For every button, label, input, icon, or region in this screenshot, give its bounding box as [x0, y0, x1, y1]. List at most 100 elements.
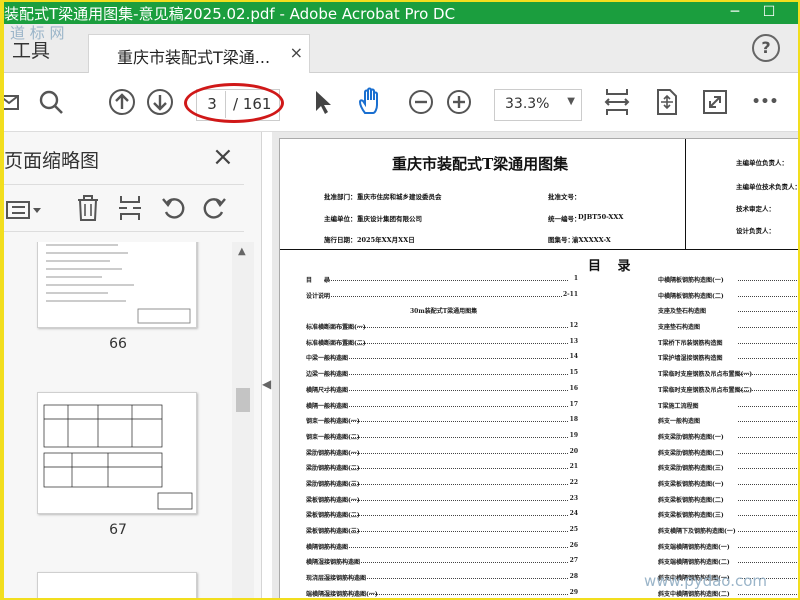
- next-page-icon[interactable]: [145, 87, 175, 117]
- toc-entry-name: 斜支中横隔钢筋构造图(二): [658, 590, 730, 598]
- signer-label: 技术审定人：: [736, 205, 775, 213]
- toc-entry[interactable]: 标准横断面布置图(二) 13: [306, 334, 578, 350]
- toc-dot-leader: [738, 546, 798, 548]
- toc-dot-leader: [738, 311, 798, 313]
- toc-entry[interactable]: 横隔一般构造图 17: [306, 397, 578, 413]
- toc-entry[interactable]: 斜支一般构造图: [658, 412, 798, 428]
- toc-entry[interactable]: 梁板钢筋构造图(三) 25: [306, 522, 578, 538]
- meta-value: 重庆市住房和城乡建设委员会: [357, 193, 442, 201]
- toc-entry[interactable]: 中横隔板钢筋构造图(一): [658, 271, 798, 287]
- toc-entry[interactable]: T梁施工流程图: [658, 397, 798, 413]
- toc-entry-name: 中横隔板钢筋构造图(一): [658, 277, 724, 284]
- toc-entry[interactable]: 梁板钢筋构造图(一) 23: [306, 491, 578, 507]
- toc-entry[interactable]: 斜支端横隔钢筋构造图(二): [658, 553, 798, 569]
- toc-title: 目 录: [588, 259, 637, 274]
- toc-dot-leader: [738, 593, 798, 595]
- toc-entry-page: 18: [568, 416, 578, 424]
- meta-label: 统一编号：: [548, 215, 581, 223]
- full-screen-icon[interactable]: [700, 87, 730, 117]
- more-tools-icon[interactable]: •••: [750, 87, 780, 117]
- toc-entry[interactable]: 中横隔板钢筋构造图(二): [658, 287, 798, 303]
- delete-page-icon[interactable]: [74, 193, 102, 223]
- toc-dot-leader: [324, 499, 568, 501]
- watermark: www.pydao.com: [644, 572, 768, 590]
- toc-entry[interactable]: T梁护墙湿接钢筋构造图: [658, 349, 798, 365]
- zoom-out-icon[interactable]: [406, 87, 436, 117]
- toc-entry[interactable]: 横隔钢筋构造图 26: [306, 538, 578, 554]
- hand-tool-icon[interactable]: [354, 87, 388, 117]
- toc-entry[interactable]: 斜支梁板钢筋构造图(三): [658, 506, 798, 522]
- toc-dot-leader: [324, 342, 568, 344]
- toc-dot-leader: [324, 578, 568, 580]
- toc-dot-leader: [324, 374, 568, 376]
- fit-width-icon[interactable]: [602, 87, 632, 117]
- toc-entry-name: T梁护墙湿接钢筋构造图: [658, 355, 723, 363]
- rotate-right-icon[interactable]: [200, 193, 228, 223]
- toc-entry[interactable]: 斜支梁肋钢筋构造图(一): [658, 428, 798, 444]
- toc-entry[interactable]: 钢束一般构造图(一) 18: [306, 412, 578, 428]
- toc-entry-page: 17: [568, 400, 578, 408]
- thumbnail-options-icon[interactable]: [6, 195, 42, 225]
- toc-entry[interactable]: T梁临时支座钢筋及吊点布置图(二): [658, 381, 798, 397]
- toc-dot-leader: [324, 436, 568, 438]
- scroll-up-icon[interactable]: ▲: [238, 246, 246, 257]
- page-thumbnail-label: 67: [109, 522, 127, 538]
- toc-entry[interactable]: 支座及垫石构造图: [658, 302, 798, 318]
- meta-value: DJBT50-XXX: [578, 213, 624, 221]
- toc-entry[interactable]: 斜支端横隔钢筋构造图(一): [658, 538, 798, 554]
- thumbnail-list: 66 67: [4, 242, 232, 598]
- toc-entry[interactable]: 横隔尺寸构造图 16: [306, 381, 578, 397]
- page-thumbnail-68[interactable]: [37, 572, 197, 598]
- select-cursor-icon[interactable]: [310, 87, 336, 117]
- toc-entry[interactable]: 设计说明 2-11: [306, 287, 578, 303]
- toc-dot-leader: [738, 405, 798, 407]
- page-thumbnail-67[interactable]: [37, 392, 197, 514]
- minimize-button[interactable]: ─: [720, 2, 750, 24]
- previous-page-icon[interactable]: [107, 87, 137, 117]
- toc-entry[interactable]: 标准横断面布置图(一) 12: [306, 318, 578, 334]
- toc-entry[interactable]: 端横隔湿接钢筋构造图(一) 29: [306, 585, 578, 598]
- toc-entry[interactable]: 斜支梁肋钢筋构造图(二): [658, 444, 798, 460]
- maximize-button[interactable]: ☐: [754, 2, 784, 24]
- zoom-in-icon[interactable]: [444, 87, 474, 117]
- thumbnail-panel: 页面缩略图 × 66 67 ▲: [4, 132, 262, 598]
- toc-entry[interactable]: 中梁一般构造图 14: [306, 349, 578, 365]
- tab-document-label: 重庆市装配式T梁通...: [117, 48, 271, 67]
- toc-dot-leader: [324, 421, 568, 423]
- extract-page-icon[interactable]: [116, 193, 144, 223]
- toc-entry[interactable]: 斜支梁板钢筋构造图(一): [658, 475, 798, 491]
- page-thumbnail-66[interactable]: [37, 242, 197, 328]
- thumbnail-scrollbar[interactable]: ▲: [232, 242, 254, 598]
- toc-entry[interactable]: 横隔湿接钢筋构造图 27: [306, 553, 578, 569]
- close-panel-button[interactable]: ×: [212, 142, 234, 172]
- tab-close-button[interactable]: ×: [290, 43, 303, 62]
- toc-entry[interactable]: 梁肋钢筋构造图(三) 22: [306, 475, 578, 491]
- toc-entry[interactable]: 梁肋钢筋构造图(二) 21: [306, 459, 578, 475]
- toc-entry[interactable]: 梁板钢筋构造图(二) 24: [306, 506, 578, 522]
- toc-entry[interactable]: 斜支梁肋钢筋构造图(三): [658, 459, 798, 475]
- toc-dot-leader: [738, 421, 798, 423]
- fit-page-icon[interactable]: [652, 87, 682, 117]
- collapse-panel-icon[interactable]: ◀: [262, 377, 272, 393]
- search-icon[interactable]: [36, 87, 66, 117]
- email-icon[interactable]: [4, 87, 20, 117]
- toc-entry[interactable]: 30m装配式T梁通用图集: [306, 302, 578, 318]
- toc-entry[interactable]: 斜支梁板钢筋构造图(二): [658, 491, 798, 507]
- zoom-dropdown[interactable]: 33.3% ▼: [494, 89, 582, 121]
- toc-entry[interactable]: 目 录1: [306, 271, 578, 287]
- toc-entry[interactable]: 梁肋钢筋构造图(一) 20: [306, 444, 578, 460]
- help-button[interactable]: ?: [752, 34, 780, 62]
- rotate-left-icon[interactable]: [160, 193, 188, 223]
- tab-document[interactable]: 重庆市装配式T梁通... ×: [88, 34, 310, 73]
- toc-entry-name: 支座及垫石构造图: [658, 308, 707, 316]
- toc-entry[interactable]: 钢束一般构造图(二) 19: [306, 428, 578, 444]
- toc-entry[interactable]: 支座垫石构造图: [658, 318, 798, 334]
- toc-entry[interactable]: 边梁一般构造图 15: [306, 365, 578, 381]
- meta-value: 2025年XX月XX日: [357, 236, 415, 244]
- toc-entry[interactable]: T梁临时支座钢筋及吊点布置图(一): [658, 365, 798, 381]
- toc-entry[interactable]: T梁桥下吊装钢筋构造图: [658, 334, 798, 350]
- toc-entry[interactable]: 斜支横隔下及钢筋构造图(一): [658, 522, 798, 538]
- scrollbar-thumb[interactable]: [236, 388, 250, 412]
- toc-entry[interactable]: 现浇层湿接钢筋构造图 28: [306, 569, 578, 585]
- toc-entry-page: 2-11: [561, 290, 578, 298]
